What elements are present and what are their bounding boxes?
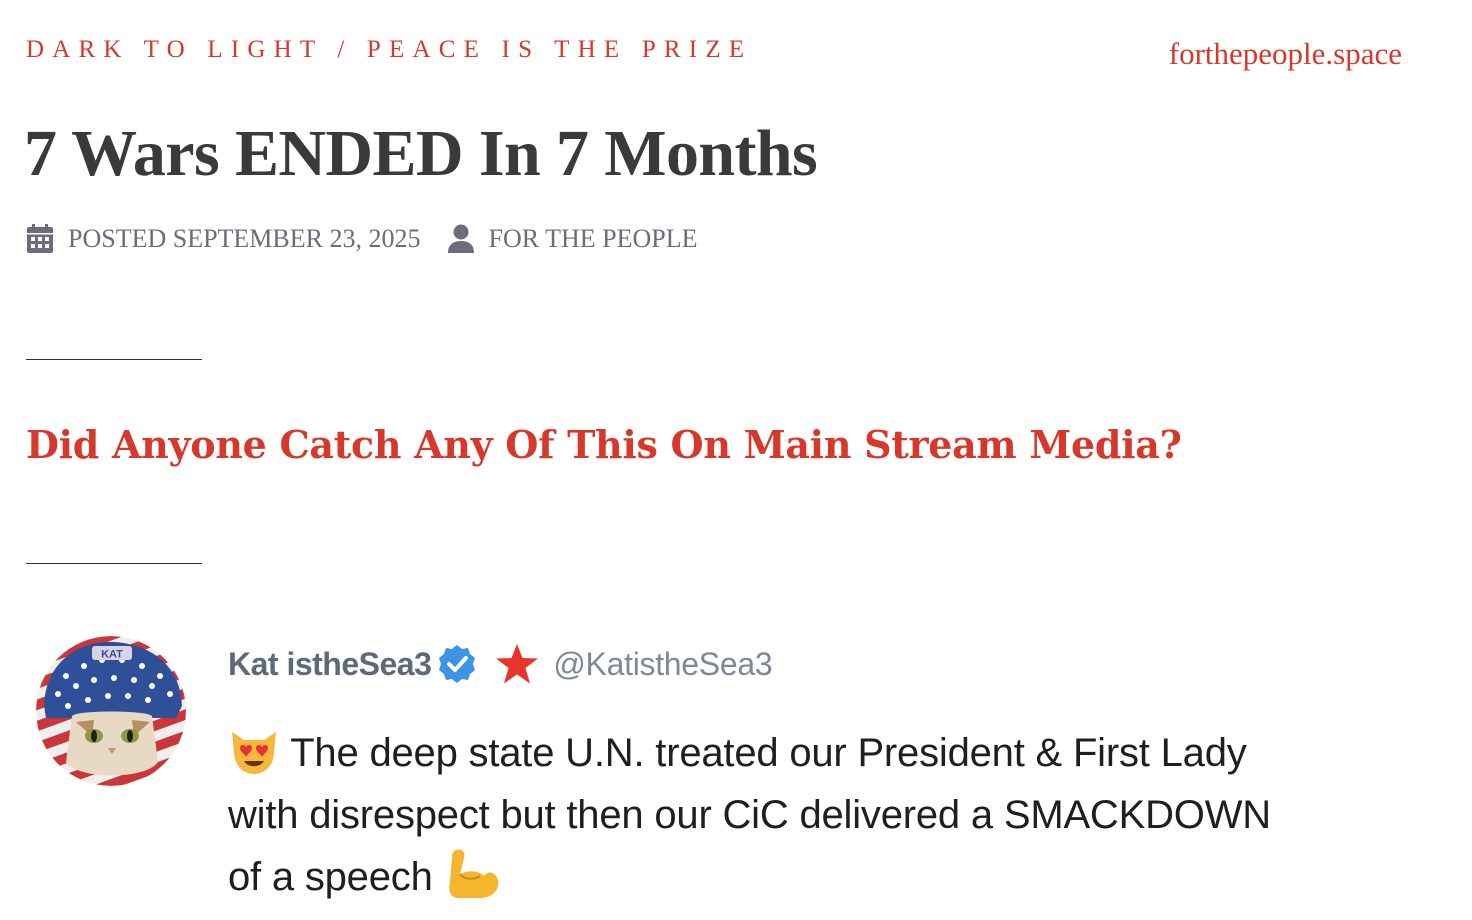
tweet-line-2: with disrespect but then our CiC deliver… <box>228 793 1271 837</box>
site-tagline: DARK TO LIGHT / PEACE IS THE PRIZE <box>26 36 753 63</box>
calendar-icon <box>27 224 53 253</box>
tweet-line-3: of a speech <box>228 855 433 899</box>
tweet-handle: @KatistheSea3 <box>553 645 773 682</box>
user-icon <box>447 224 474 253</box>
site-link[interactable]: forthepeople.space <box>1169 36 1402 72</box>
flexed-biceps-emoji <box>448 849 498 898</box>
post-date: POSTED SEPTEMBER 23, 2025 <box>68 224 421 253</box>
tweet-display-name: Kat istheSea3 <box>228 645 432 682</box>
site-header: DARK TO LIGHT / PEACE IS THE PRIZE forth… <box>26 36 1402 72</box>
tweet-line: The deep state U.N. treated our Presiden… <box>228 722 1428 784</box>
post-meta: POSTED SEPTEMBER 23, 2025 FOR THE PEOPLE <box>26 222 698 256</box>
heart-eyes-cat-emoji <box>232 732 276 774</box>
post-author[interactable]: FOR THE PEOPLE <box>489 224 698 254</box>
tweet-line: of a speech <box>228 846 1428 908</box>
post-title: 7 Wars ENDED In 7 Months <box>24 117 818 190</box>
embedded-tweet-screenshot: KAT Kat istheSea3 @KatistheSea3 The deep… <box>36 636 1436 920</box>
tweet-text: The deep state U.N. treated our Presiden… <box>228 722 1428 908</box>
tweet-header: Kat istheSea3 @KatistheSea3 <box>228 644 773 684</box>
divider <box>26 563 202 564</box>
divider <box>26 359 202 360</box>
post-subheading: Did Anyone Catch Any Of This On Main Str… <box>26 422 1182 467</box>
avatar: KAT <box>36 636 186 786</box>
svg-text:KAT: KAT <box>101 649 123 661</box>
star-icon <box>496 644 539 684</box>
tweet-line-1: The deep state U.N. treated our Presiden… <box>290 731 1247 775</box>
verified-badge-icon <box>439 645 476 683</box>
